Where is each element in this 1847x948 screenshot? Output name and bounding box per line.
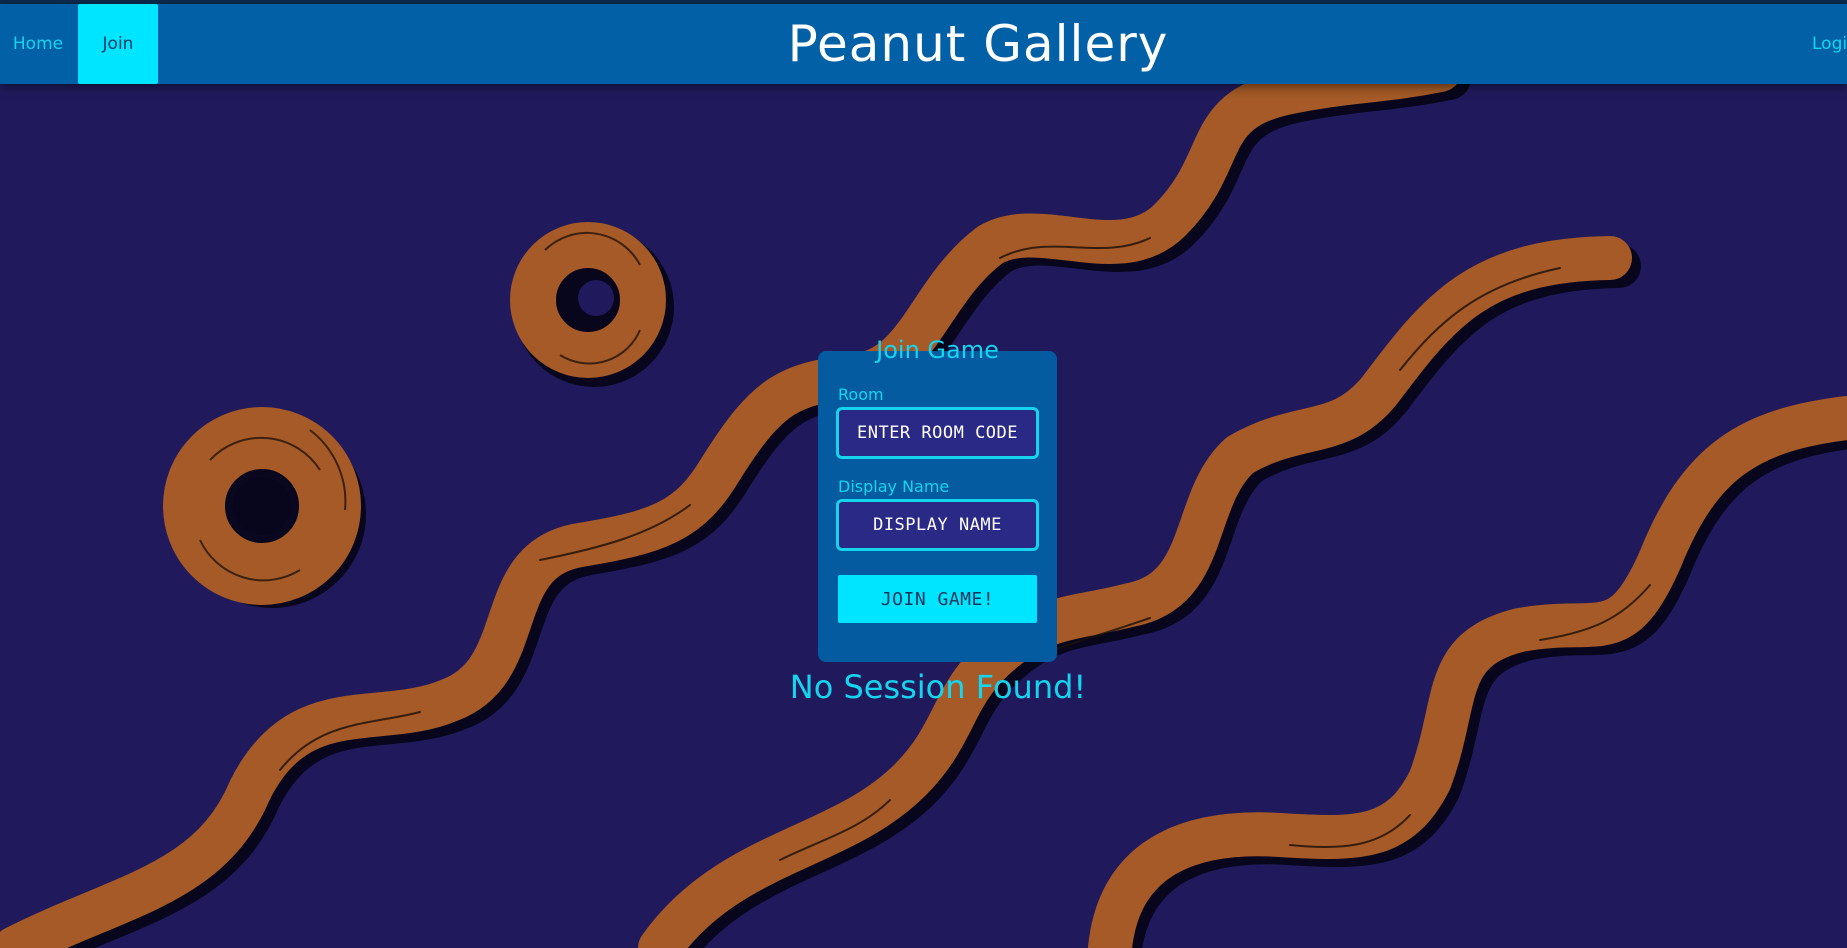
room-label: Room: [838, 385, 884, 404]
room-code-input[interactable]: [836, 407, 1039, 459]
nav-join-link[interactable]: Join: [78, 4, 158, 84]
site-title: Peanut Gallery: [787, 15, 1169, 73]
nav-login-link[interactable]: Login: [1812, 4, 1847, 84]
top-navbar: Peanut Gallery Home Join Login: [0, 4, 1847, 84]
display-name-label: Display Name: [838, 477, 950, 496]
join-game-button[interactable]: JOIN GAME!: [838, 575, 1037, 623]
join-game-title: Join Game: [876, 336, 999, 364]
session-status-message: No Session Found!: [789, 668, 1087, 706]
nav-home-link[interactable]: Home: [0, 4, 76, 84]
display-name-input[interactable]: [836, 499, 1039, 551]
